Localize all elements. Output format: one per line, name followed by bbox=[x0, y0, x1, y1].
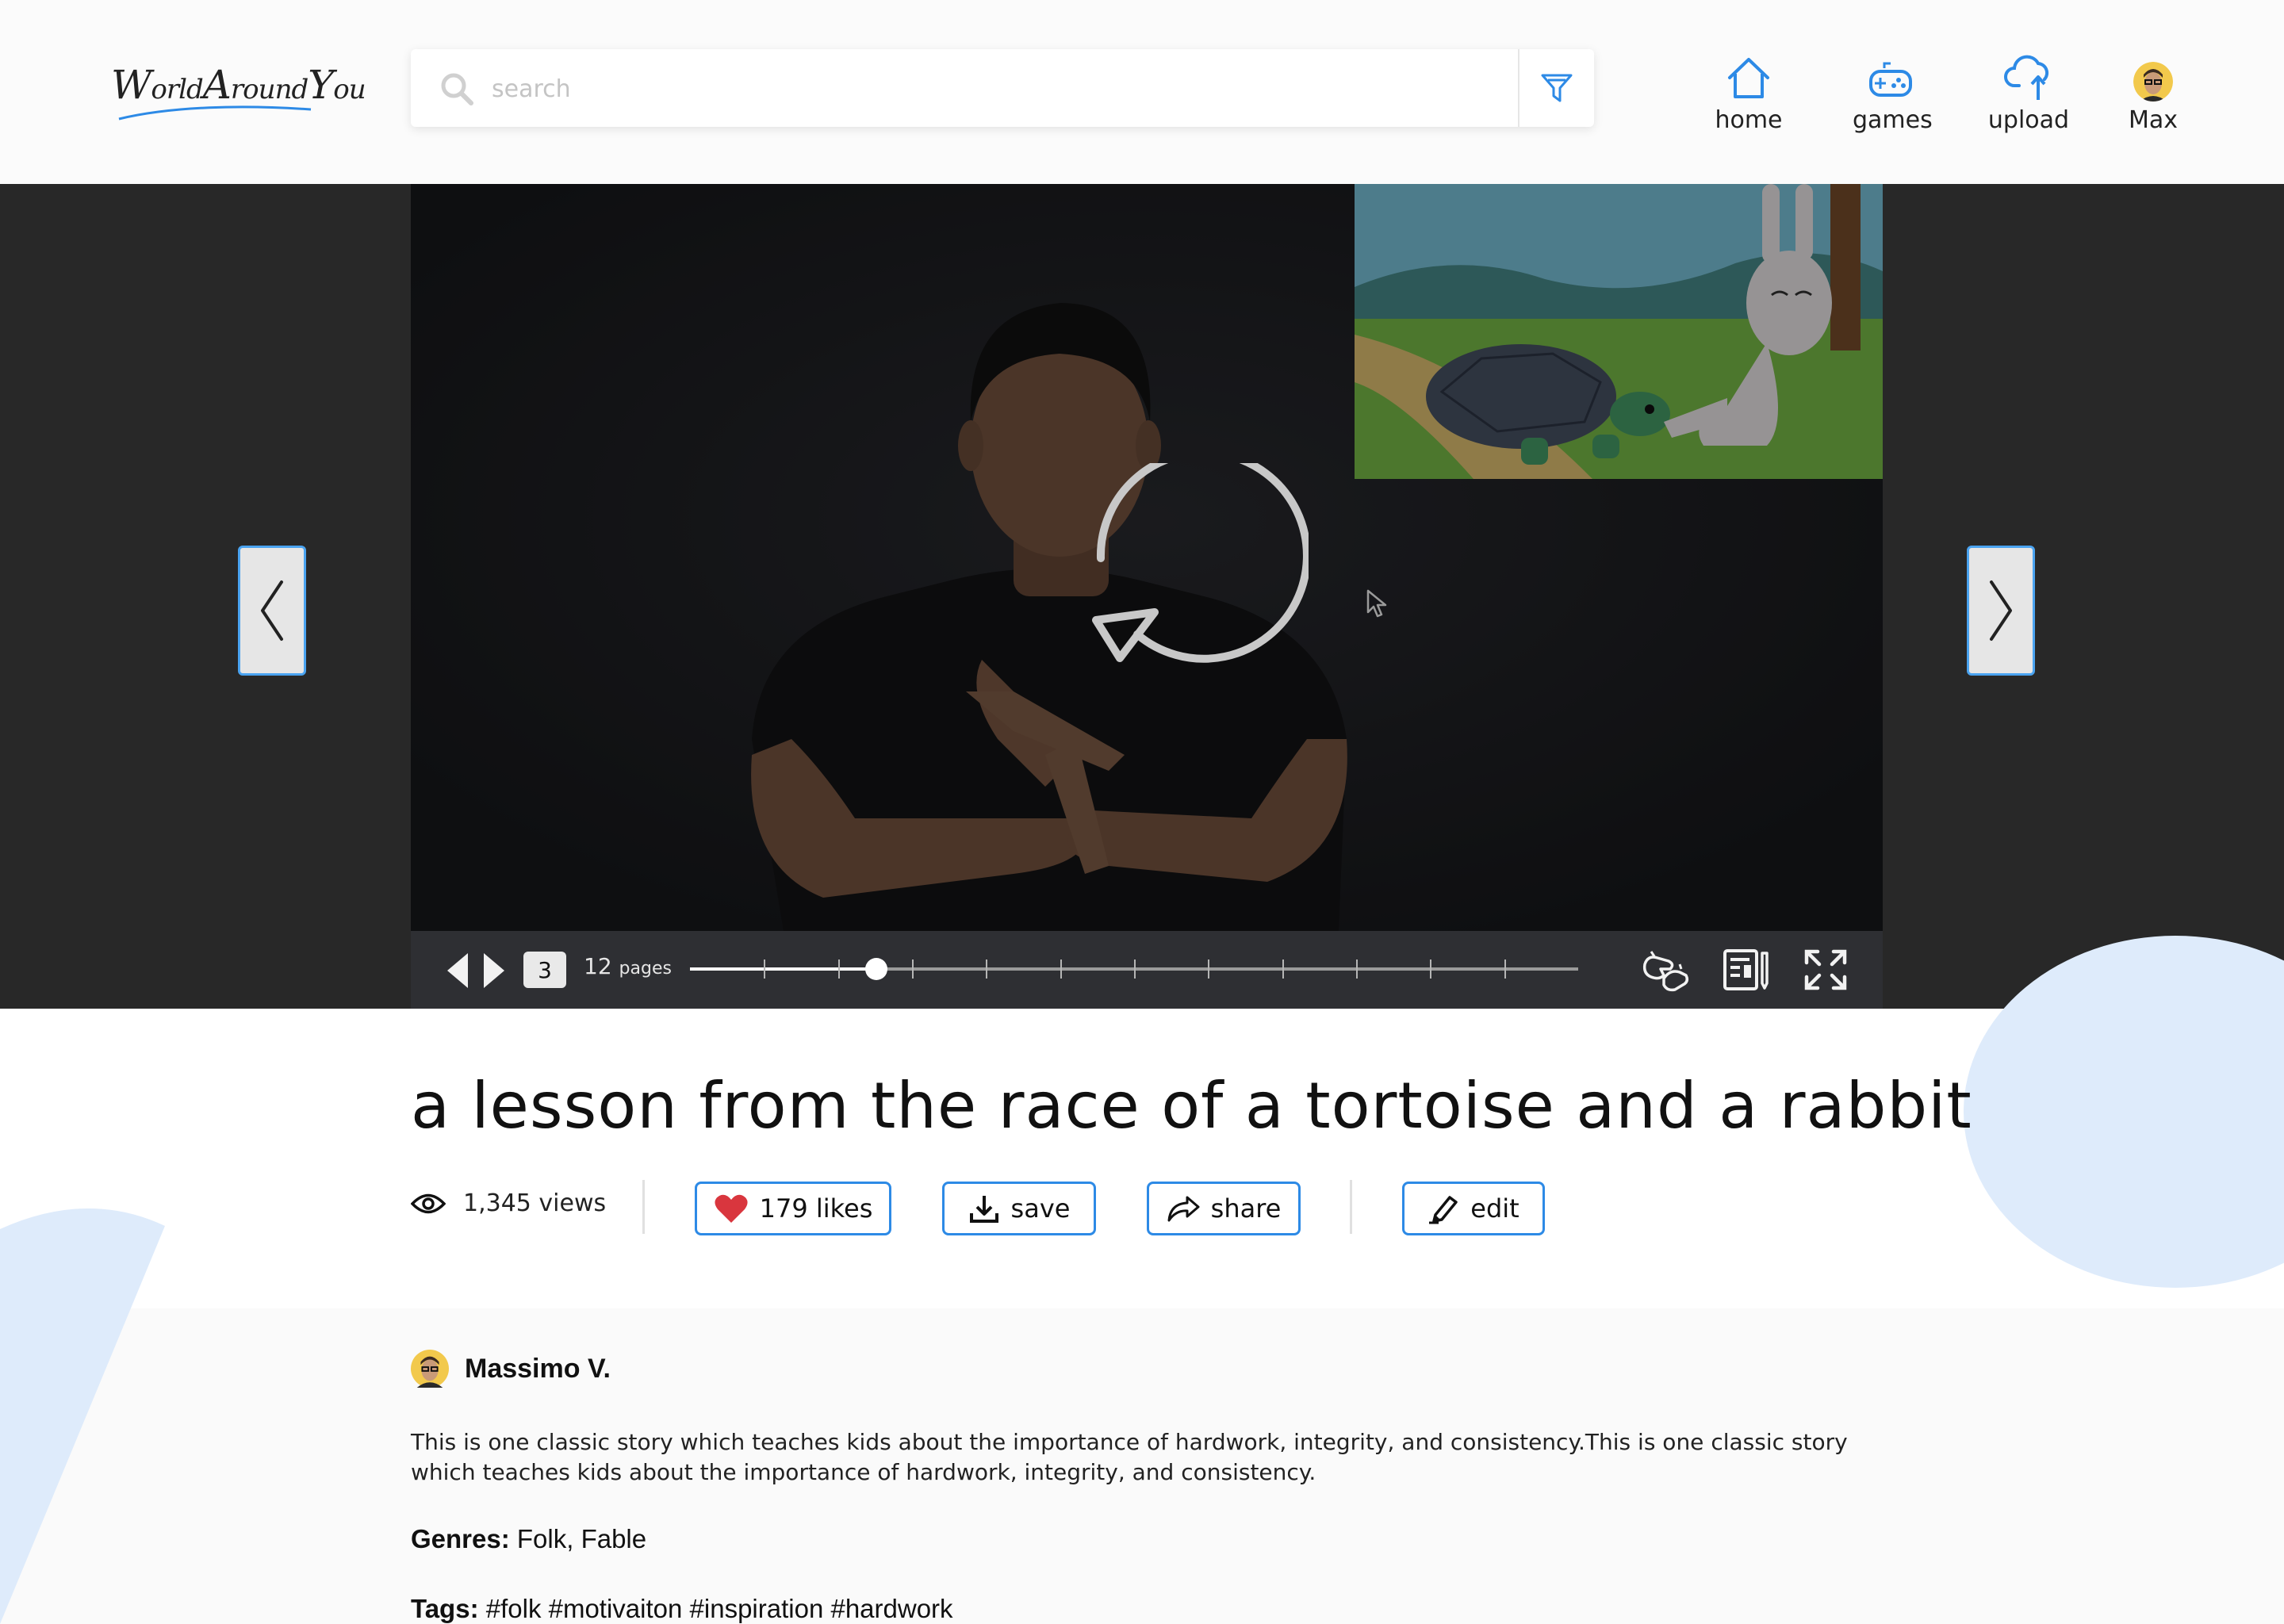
search-input[interactable] bbox=[490, 63, 1485, 114]
nav-home[interactable]: home bbox=[1713, 44, 1784, 134]
next-story-button[interactable] bbox=[1967, 546, 2035, 676]
story-player: 3 12 pages bbox=[0, 184, 2284, 1009]
share-icon bbox=[1167, 1196, 1200, 1222]
download-icon bbox=[969, 1196, 998, 1223]
page-tick[interactable] bbox=[1430, 959, 1431, 979]
divider bbox=[642, 1180, 645, 1234]
page-count-number: 12 bbox=[584, 953, 612, 979]
chevron-right-icon bbox=[1990, 580, 2012, 641]
author-name: Massimo V. bbox=[465, 1353, 611, 1384]
heart-icon bbox=[715, 1194, 748, 1223]
author-avatar bbox=[411, 1350, 449, 1388]
page-progress-slider[interactable] bbox=[690, 958, 1578, 980]
page-tick[interactable] bbox=[1208, 959, 1209, 979]
eye-icon bbox=[411, 1193, 446, 1213]
like-button[interactable]: 179 likes bbox=[695, 1182, 891, 1235]
filter-icon bbox=[1541, 74, 1573, 102]
share-button[interactable]: share bbox=[1147, 1182, 1301, 1235]
page-tick[interactable] bbox=[1504, 959, 1506, 979]
mouse-cursor-icon bbox=[1366, 589, 1387, 618]
page-tick[interactable] bbox=[912, 959, 914, 979]
nav-home-label: home bbox=[1715, 106, 1783, 134]
cloud-upload-icon bbox=[2004, 55, 2049, 100]
player-controls: 3 12 pages bbox=[411, 931, 1883, 1009]
story-title: a lesson from the race of a tortoise and… bbox=[411, 1069, 1972, 1143]
page-tick[interactable] bbox=[1282, 959, 1284, 979]
progress-fill bbox=[690, 967, 877, 971]
nav-upload[interactable]: upload bbox=[1987, 44, 2070, 134]
tags-line: Tags: #folk #motivaiton #inspiration #ha… bbox=[411, 1594, 953, 1624]
genres-line: Genres: Folk, Fable bbox=[411, 1524, 646, 1554]
fullscreen-icon[interactable] bbox=[1803, 948, 1848, 991]
slider-thumb[interactable] bbox=[865, 958, 888, 980]
sign-language-icon[interactable] bbox=[1640, 947, 1691, 993]
nav-games-label: games bbox=[1853, 106, 1933, 134]
tags-label: Tags: bbox=[411, 1594, 479, 1623]
logo-text: WorldAroundYou bbox=[111, 62, 366, 108]
page-count-unit: pages bbox=[619, 959, 672, 979]
view-count-label: 1,345 views bbox=[463, 1189, 607, 1217]
home-icon bbox=[1728, 58, 1769, 98]
current-page-indicator[interactable]: 3 bbox=[523, 952, 566, 988]
save-label: save bbox=[1010, 1193, 1071, 1224]
next-page-icon[interactable] bbox=[482, 952, 506, 990]
chevron-left-icon bbox=[261, 580, 283, 641]
replay-icon[interactable] bbox=[1079, 463, 1309, 693]
edit-label: edit bbox=[1470, 1193, 1519, 1224]
genres-label: Genres: bbox=[411, 1524, 510, 1553]
divider bbox=[1350, 1180, 1352, 1234]
top-header: WorldAroundYou home bbox=[0, 0, 2284, 184]
page-tick[interactable] bbox=[1134, 959, 1136, 979]
nav-games[interactable]: games bbox=[1853, 44, 1933, 134]
edit-button[interactable]: edit bbox=[1402, 1182, 1545, 1235]
text-transcript-icon[interactable] bbox=[1723, 948, 1770, 991]
logo-swoosh bbox=[118, 105, 312, 121]
previous-story-button[interactable] bbox=[238, 546, 306, 676]
search-icon bbox=[441, 73, 473, 105]
search-bar bbox=[411, 49, 1594, 127]
page-tick[interactable] bbox=[1060, 959, 1062, 979]
previous-page-icon[interactable] bbox=[446, 952, 469, 990]
filter-button[interactable] bbox=[1518, 49, 1594, 127]
save-button[interactable]: save bbox=[942, 1182, 1096, 1235]
video-frame[interactable] bbox=[411, 184, 1883, 931]
pencil-icon bbox=[1429, 1196, 1458, 1224]
page-count: 12 pages bbox=[584, 953, 672, 979]
nav-profile[interactable]: Max bbox=[2129, 44, 2178, 134]
decorative-wedge bbox=[0, 1208, 165, 1624]
author-info[interactable]: Massimo V. bbox=[411, 1350, 611, 1388]
nav-profile-label: Max bbox=[2129, 106, 2179, 134]
page-tick[interactable] bbox=[838, 959, 840, 979]
tags-value: #folk #motivaiton #inspiration #hardwork bbox=[485, 1594, 953, 1623]
share-label: share bbox=[1210, 1193, 1282, 1224]
gamepad-icon bbox=[1869, 62, 1912, 97]
view-count: 1,345 views bbox=[411, 1189, 606, 1217]
site-logo[interactable]: WorldAroundYou bbox=[111, 62, 366, 133]
story-description: This is one classic story which teaches … bbox=[411, 1429, 1848, 1485]
nav-upload-label: upload bbox=[1987, 106, 2070, 134]
like-count: 179 likes bbox=[759, 1193, 873, 1224]
avatar bbox=[2133, 62, 2173, 102]
page-tick[interactable] bbox=[986, 959, 987, 979]
page-tick[interactable] bbox=[764, 959, 765, 979]
page-tick[interactable] bbox=[1356, 959, 1358, 979]
genres-value: Folk, Fable bbox=[516, 1524, 647, 1553]
